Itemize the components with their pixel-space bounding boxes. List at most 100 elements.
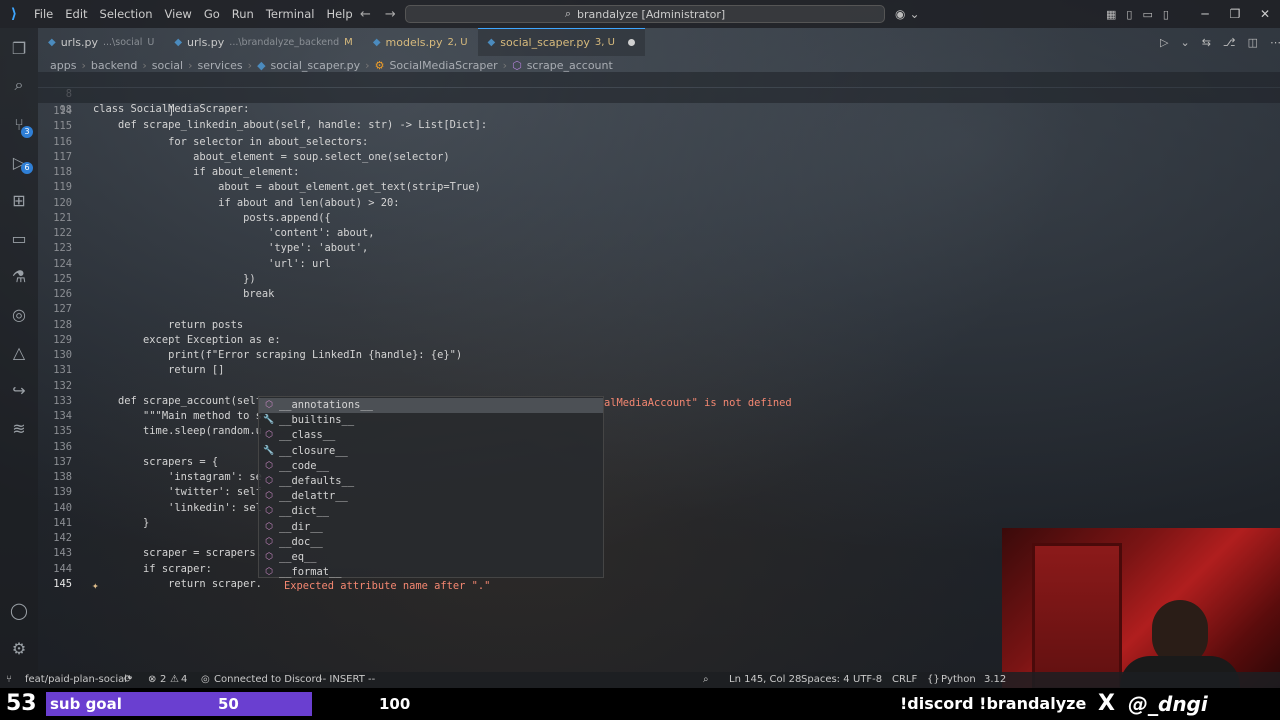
code-line-row[interactable]: 131 return [] [38, 363, 1280, 378]
menu-view[interactable]: View [159, 0, 198, 28]
suggestion-item[interactable]: ⬡ __format__ [259, 565, 603, 580]
file-encoding[interactable]: UTF-8 [853, 672, 882, 688]
sync-icon[interactable]: ⟳ [124, 672, 132, 688]
code-line-row[interactable]: 120 if about and len(about) > 20: [38, 196, 1280, 211]
code-line-row[interactable]: 116 for selector in about_selectors: [38, 135, 1280, 150]
discord-status[interactable]: Connected to Discord [214, 672, 322, 688]
command-center[interactable]: ⌕ brandalyze [Administrator] [405, 5, 885, 23]
code-line-row[interactable]: 132 [38, 379, 1280, 394]
copilot-chat-icon[interactable]: ≋ [8, 418, 30, 440]
forward-arrow-icon[interactable]: → [385, 7, 396, 22]
lightbulb-icon[interactable]: ✦ [92, 579, 99, 592]
suggestion-item[interactable]: ⬡ __delattr__ [259, 489, 603, 504]
remote-explorer-icon[interactable]: ▭ [8, 228, 30, 250]
close-icon[interactable]: ✕ [1250, 7, 1280, 21]
open-changes-icon[interactable]: ⎇ [1223, 36, 1236, 49]
more-actions-icon[interactable]: ⋯ [1270, 36, 1280, 49]
code-line-row[interactable]: 114 ] [38, 104, 1280, 119]
settings-gear-icon[interactable]: ⚙ [8, 638, 30, 660]
toggle-panel-icon[interactable]: ▭ [1142, 8, 1152, 21]
menu-terminal[interactable]: Terminal [260, 0, 321, 28]
code-line-row[interactable]: 138 'instagram': se [38, 470, 1280, 485]
code-line-row[interactable]: 128 return posts [38, 318, 1280, 333]
code-line-row[interactable]: 140 'linkedin': sel [38, 501, 1280, 516]
code-line-row[interactable]: 139 'twitter': self [38, 485, 1280, 500]
tab-urls-social[interactable]: ◆ urls.py ...\social U [38, 28, 164, 56]
git-branch[interactable]: feat/paid-plan-social* [25, 672, 132, 688]
code-line-row[interactable]: 137 scrapers = { [38, 455, 1280, 470]
tab-social-scaper[interactable]: ◆ social_scaper.py 3, U [477, 28, 645, 56]
breadcrumb-item[interactable]: scrape_account [527, 59, 613, 72]
toggle-sidebar-icon[interactable]: ▯ [1126, 8, 1132, 21]
docker-icon[interactable]: ◎ [8, 304, 30, 326]
tab-urls-backend[interactable]: ◆ urls.py ...\brandalyze_backend M [164, 28, 363, 56]
suggestion-item[interactable]: ⬡ __class__ [259, 428, 603, 443]
code-line-row[interactable]: 119 about = about_element.get_text(strip… [38, 180, 1280, 195]
indentation[interactable]: Spaces: 4 [801, 672, 850, 688]
suggestion-item[interactable]: ⬡ __doc__ [259, 535, 603, 550]
breadcrumb-item[interactable]: backend [91, 59, 137, 72]
code-line-row[interactable]: 136 [38, 440, 1280, 455]
cursor-position[interactable]: Ln 145, Col 28 [729, 672, 801, 688]
explorer-icon[interactable]: ❐ [8, 38, 30, 60]
restore-icon[interactable]: ❐ [1220, 7, 1250, 21]
sticky-scroll-line[interactable]: 8 class SocialMediaScraper: [38, 72, 1280, 115]
suggestion-item[interactable]: 🔧 __closure__ [259, 444, 603, 459]
breadcrumb-item[interactable]: SocialMediaScraper [389, 59, 497, 72]
suggestion-item[interactable]: ⬡ __eq__ [259, 550, 603, 565]
testing-icon[interactable]: ⚗ [8, 266, 30, 288]
live-share-icon[interactable]: ↪ [8, 380, 30, 402]
run-file-icon[interactable]: ▷ [1160, 36, 1168, 49]
menu-go[interactable]: Go [198, 0, 226, 28]
code-line-row[interactable]: 129 except Exception as e: [38, 333, 1280, 348]
search-icon[interactable]: ⌕ [8, 74, 30, 96]
error-count[interactable]: 2 [160, 672, 166, 688]
line-endings[interactable]: CRLF [892, 672, 917, 688]
breadcrumb-item[interactable]: services [198, 59, 243, 72]
suggestion-item[interactable]: ⬡ __dict__ [259, 504, 603, 519]
customize-layout-icon[interactable]: ▦ [1106, 8, 1116, 21]
split-editor-icon[interactable]: ◫ [1248, 36, 1258, 49]
breadcrumb-item[interactable]: apps [50, 59, 76, 72]
code-line-row[interactable]: 117 about_element = soup.select_one(sele… [38, 150, 1280, 165]
code-line-row[interactable]: 123 'type': 'about', [38, 241, 1280, 256]
sticky-scroll-line[interactable]: 98 def scrape_linkedin_about(self, handl… [38, 87, 1280, 131]
code-line-row[interactable]: 135 time.sleep(random.u [38, 424, 1280, 439]
code-line-row[interactable]: 130 print(f"Error scraping LinkedIn {han… [38, 348, 1280, 363]
compare-changes-icon[interactable]: ⇆ [1202, 36, 1211, 49]
code-line-row[interactable]: 125 }) [38, 272, 1280, 287]
chevron-down-icon[interactable]: ⌄ [1180, 36, 1189, 49]
code-line-row[interactable]: 124 'url': url [38, 257, 1280, 272]
unsaved-dot-icon[interactable] [627, 39, 635, 46]
copilot-menu[interactable]: ◉ ⌄ [895, 0, 920, 28]
minimize-icon[interactable]: ─ [1190, 7, 1220, 21]
code-line-row[interactable]: 127 [38, 302, 1280, 317]
suggestion-item[interactable]: ⬡ __code__ [259, 459, 603, 474]
menu-file[interactable]: File [28, 0, 59, 28]
zoom-icon[interactable]: ⌕ [703, 672, 709, 688]
warning-count[interactable]: 4 [181, 672, 187, 688]
breadcrumb-item[interactable]: social_scaper.py [271, 59, 361, 72]
python-version[interactable]: 3.12 [984, 672, 1006, 688]
menu-help[interactable]: Help [320, 0, 358, 28]
back-arrow-icon[interactable]: ← [360, 7, 371, 22]
tab-models[interactable]: ◆ models.py 2, U [363, 28, 478, 56]
code-line-row[interactable]: 134 """Main method to s [38, 409, 1280, 424]
suggestion-item[interactable]: ⬡ __annotations__ [259, 398, 603, 414]
code-line-row[interactable]: 115 [38, 119, 1280, 134]
database-icon[interactable]: △ [8, 342, 30, 364]
code-line-row[interactable]: 121 posts.append({ [38, 211, 1280, 226]
code-line-row[interactable]: 118 if about_element: [38, 165, 1280, 180]
breadcrumb-item[interactable]: social [152, 59, 183, 72]
menu-run[interactable]: Run [226, 0, 260, 28]
extensions-icon[interactable]: ⊞ [8, 190, 30, 212]
language-mode[interactable]: Python [941, 672, 976, 688]
menu-selection[interactable]: Selection [94, 0, 159, 28]
code-line-row[interactable]: 122 'content': about, [38, 226, 1280, 241]
suggestion-item[interactable]: 🔧 __builtins__ [259, 413, 603, 428]
code-line-row[interactable]: 126 break [38, 287, 1280, 302]
suggestion-item[interactable]: ⬡ __defaults__ [259, 474, 603, 489]
suggestion-item[interactable]: ⬡ __dir__ [259, 520, 603, 535]
toggle-secondary-sidebar-icon[interactable]: ▯ [1163, 8, 1169, 21]
menu-edit[interactable]: Edit [59, 0, 93, 28]
